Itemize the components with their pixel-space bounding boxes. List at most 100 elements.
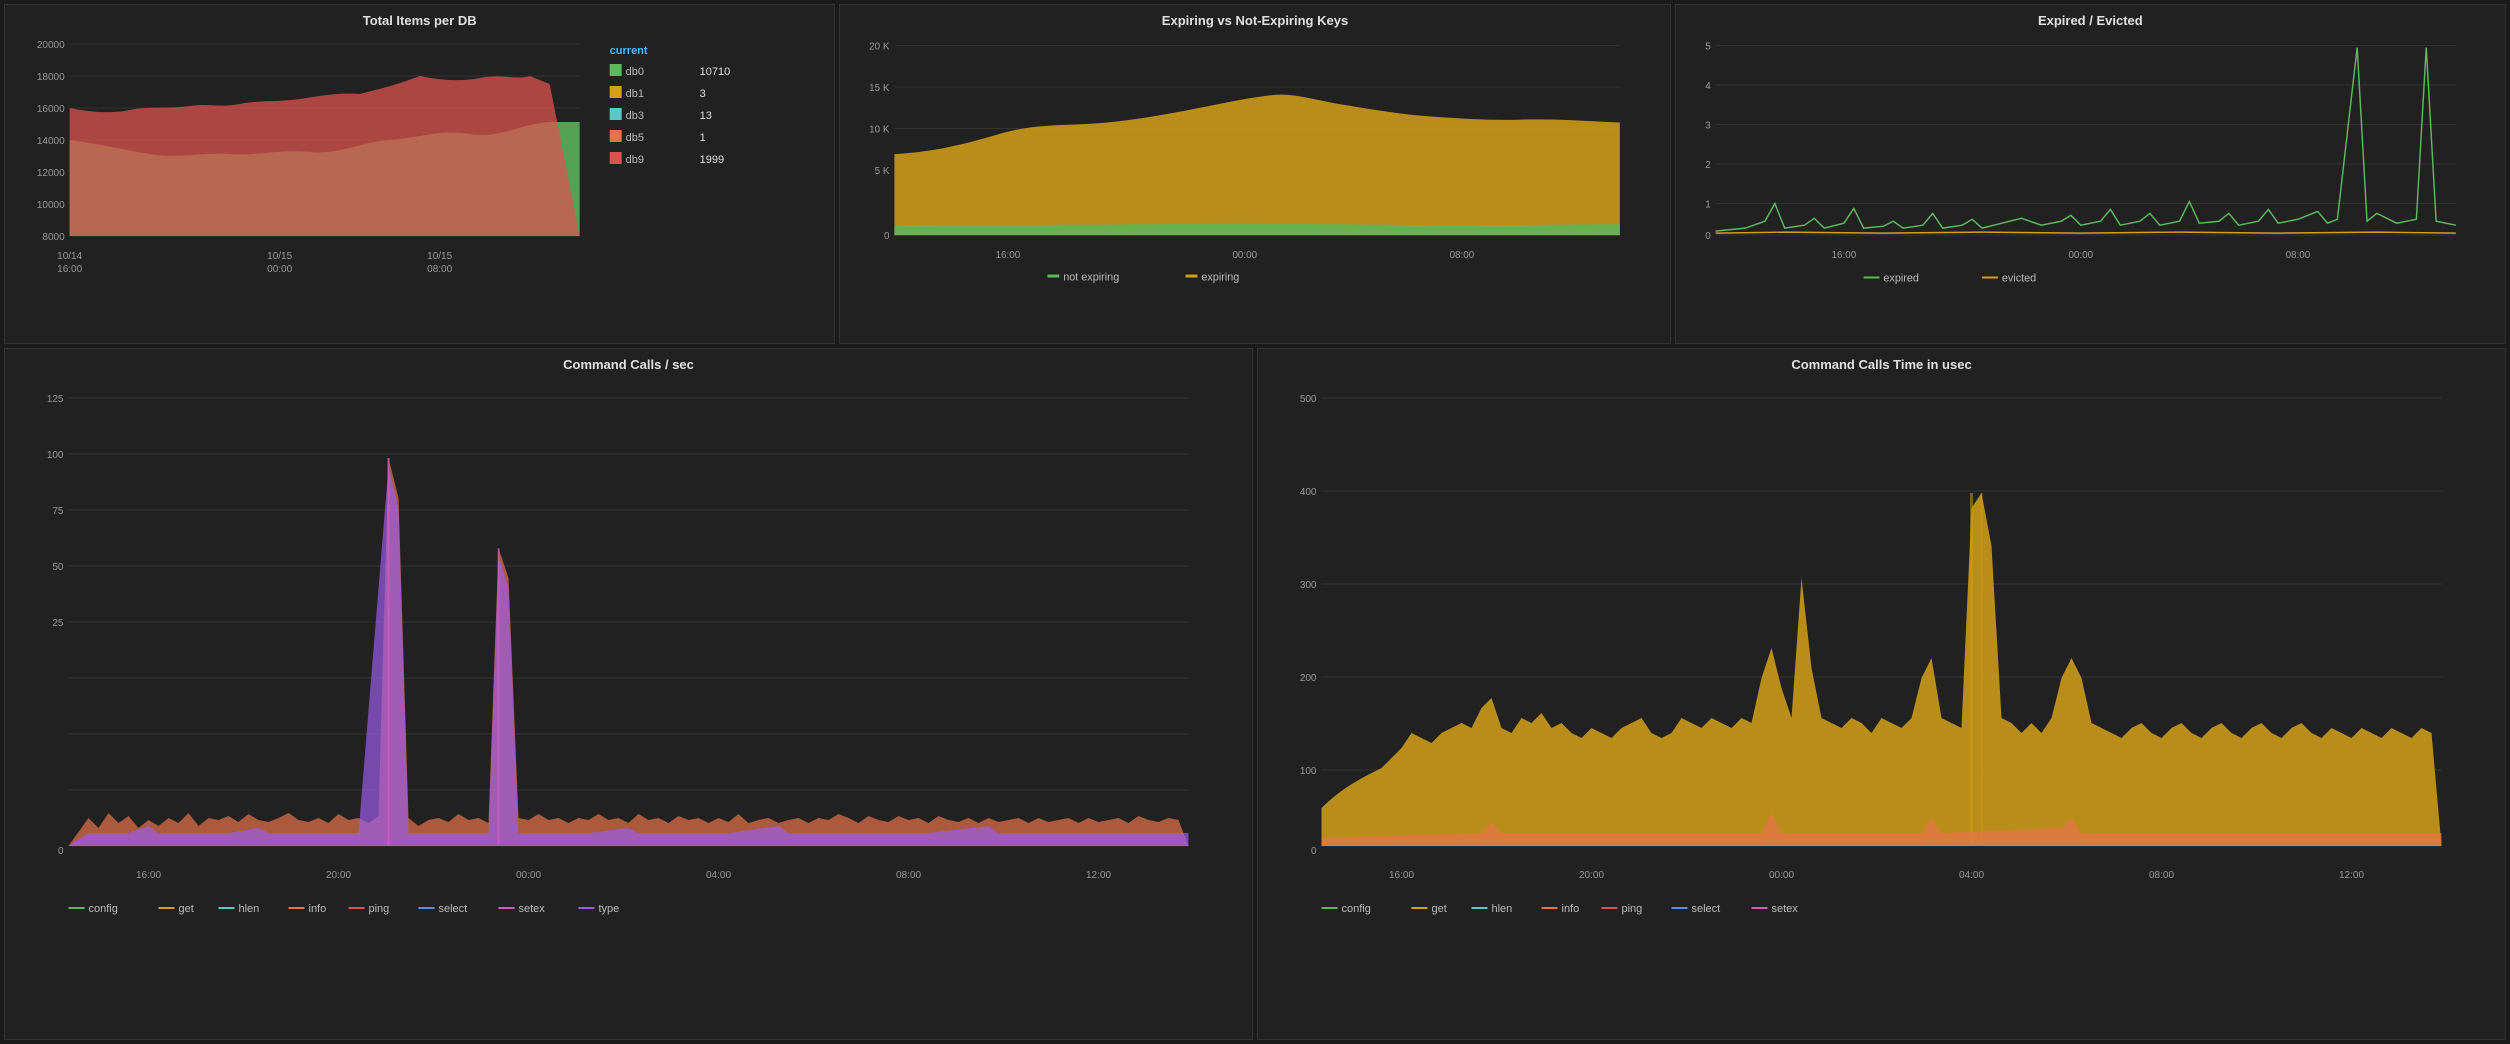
panel-title-cmd-calls: Command Calls / sec	[15, 357, 1242, 372]
chart-cmd-time: 500 400 300 200 100 0 16:00 20:00	[1268, 378, 2495, 961]
svg-text:20 K: 20 K	[870, 42, 891, 53]
svg-text:10710: 10710	[700, 66, 731, 78]
chart-expired: 5 4 3 2 1 0 16:00 00:00 08:00	[1686, 34, 2495, 297]
svg-text:16:00: 16:00	[136, 870, 161, 881]
chart-cmd-calls: 125 100 75 50 25 0 16:00 20	[15, 378, 1242, 961]
svg-text:setex: setex	[1772, 903, 1799, 915]
svg-text:info: info	[1562, 903, 1580, 915]
svg-text:3: 3	[1705, 120, 1711, 131]
svg-text:hlen: hlen	[239, 903, 260, 915]
svg-text:400: 400	[1300, 487, 1317, 498]
svg-text:04:00: 04:00	[706, 870, 731, 881]
panel-title-cmd-time: Command Calls Time in usec	[1268, 357, 2495, 372]
svg-text:10/15: 10/15	[427, 251, 452, 262]
svg-text:16000: 16000	[37, 104, 65, 115]
svg-text:12000: 12000	[37, 168, 65, 179]
svg-text:ping: ping	[1622, 903, 1643, 915]
svg-text:10 K: 10 K	[870, 124, 891, 135]
bottom-row: Command Calls / sec 125 100 75	[4, 348, 2506, 1040]
svg-text:3: 3	[700, 88, 706, 100]
svg-text:select: select	[439, 903, 468, 915]
svg-text:25: 25	[52, 618, 64, 629]
svg-text:0: 0	[884, 231, 890, 242]
svg-text:08:00: 08:00	[1450, 250, 1475, 261]
svg-text:setex: setex	[519, 903, 546, 915]
svg-text:config: config	[1342, 903, 1371, 915]
svg-text:00:00: 00:00	[1769, 870, 1794, 881]
svg-text:00:00: 00:00	[516, 870, 541, 881]
svg-text:1999: 1999	[700, 154, 724, 166]
svg-text:16:00: 16:00	[1389, 870, 1414, 881]
svg-text:config: config	[89, 903, 118, 915]
svg-text:100: 100	[1300, 766, 1317, 777]
svg-text:15 K: 15 K	[870, 83, 891, 94]
svg-text:not expiring: not expiring	[1064, 271, 1120, 283]
svg-text:hlen: hlen	[1492, 903, 1513, 915]
svg-text:ping: ping	[369, 903, 390, 915]
chart-total-items: 20000 18000 16000 14000 12000 10000 8000…	[15, 34, 824, 297]
svg-text:14000: 14000	[37, 136, 65, 147]
svg-text:evicted: evicted	[2001, 272, 2035, 284]
panel-cmd-calls: Command Calls / sec 125 100 75	[4, 348, 1253, 1040]
svg-text:16:00: 16:00	[996, 250, 1021, 261]
svg-text:1: 1	[1705, 199, 1710, 210]
svg-text:18000: 18000	[37, 72, 65, 83]
svg-text:db3: db3	[626, 110, 644, 122]
svg-text:00:00: 00:00	[267, 264, 292, 275]
svg-text:12:00: 12:00	[1086, 870, 1111, 881]
top-row: Total Items per DB 20000 18000 16000 140…	[4, 4, 2506, 344]
svg-text:expiring: expiring	[1202, 271, 1240, 283]
svg-text:00:00: 00:00	[1233, 250, 1258, 261]
svg-text:type: type	[599, 903, 620, 915]
svg-text:expired: expired	[1883, 272, 1919, 284]
svg-text:db5: db5	[626, 132, 644, 144]
svg-text:0: 0	[1311, 846, 1317, 857]
panel-expired-evicted: Expired / Evicted 5 4 3 2 1 0	[1675, 4, 2506, 344]
svg-text:get: get	[1432, 903, 1447, 915]
svg-text:current: current	[610, 45, 648, 57]
svg-text:08:00: 08:00	[2149, 870, 2174, 881]
svg-text:db0: db0	[626, 66, 644, 78]
svg-text:16:00: 16:00	[1831, 250, 1856, 261]
svg-text:75: 75	[52, 506, 64, 517]
svg-text:5 K: 5 K	[875, 166, 890, 177]
svg-text:12:00: 12:00	[2339, 870, 2364, 881]
svg-text:08:00: 08:00	[896, 870, 921, 881]
svg-text:info: info	[309, 903, 327, 915]
dashboard: Total Items per DB 20000 18000 16000 140…	[0, 0, 2510, 1044]
svg-text:10/15: 10/15	[267, 251, 292, 262]
svg-text:10000: 10000	[37, 200, 65, 211]
chart-expiring: 20 K 15 K 10 K 5 K 0 16:00 00:00 08:00	[850, 34, 1659, 297]
panel-title-expired: Expired / Evicted	[1686, 13, 2495, 28]
svg-text:13: 13	[700, 110, 712, 122]
svg-text:16:00: 16:00	[57, 264, 82, 275]
svg-text:2: 2	[1705, 160, 1710, 171]
svg-text:200: 200	[1300, 673, 1317, 684]
svg-text:5: 5	[1705, 42, 1711, 53]
svg-text:1: 1	[700, 132, 706, 144]
svg-text:50: 50	[52, 562, 64, 573]
svg-text:100: 100	[47, 450, 64, 461]
svg-text:08:00: 08:00	[427, 264, 452, 275]
svg-text:00:00: 00:00	[2068, 250, 2093, 261]
panel-expiring-keys: Expiring vs Not-Expiring Keys 20 K 15 K …	[839, 4, 1670, 344]
svg-text:0: 0	[1705, 231, 1711, 242]
svg-text:db9: db9	[626, 154, 644, 166]
panel-title-expiring: Expiring vs Not-Expiring Keys	[850, 13, 1659, 28]
svg-text:300: 300	[1300, 580, 1317, 591]
svg-text:500: 500	[1300, 394, 1317, 405]
svg-text:10/14: 10/14	[57, 251, 82, 262]
svg-text:125: 125	[47, 394, 64, 405]
svg-text:0: 0	[58, 846, 64, 857]
panel-cmd-time: Command Calls Time in usec 500 400 300 2…	[1257, 348, 2506, 1040]
svg-text:db1: db1	[626, 88, 644, 100]
svg-text:20:00: 20:00	[326, 870, 351, 881]
svg-text:20:00: 20:00	[1579, 870, 1604, 881]
svg-text:20000: 20000	[37, 40, 65, 51]
svg-text:04:00: 04:00	[1959, 870, 1984, 881]
svg-text:select: select	[1692, 903, 1721, 915]
panel-total-items: Total Items per DB 20000 18000 16000 140…	[4, 4, 835, 344]
svg-text:get: get	[179, 903, 194, 915]
svg-text:4: 4	[1705, 81, 1711, 92]
panel-title-total-items: Total Items per DB	[15, 13, 824, 28]
